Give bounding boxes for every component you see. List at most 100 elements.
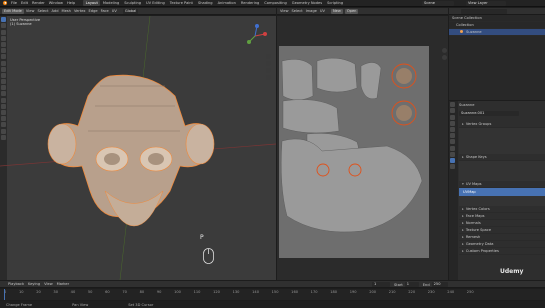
- frame-range: 1 Start 1 End 250: [372, 282, 450, 287]
- tab-animation[interactable]: Animation: [215, 0, 238, 6]
- tab-scripting[interactable]: Scripting: [325, 0, 346, 6]
- viewport-menu-add[interactable]: Add: [52, 9, 59, 13]
- uv-menu-select[interactable]: Select: [292, 9, 303, 13]
- uv-zoom-icon[interactable]: [442, 48, 447, 53]
- status-bar: Change Frame Pan View Set 3D Cursor: [0, 301, 545, 308]
- shape-keys-list[interactable]: [459, 161, 545, 181]
- object-tab-icon[interactable]: [450, 133, 455, 139]
- material-tab-icon[interactable]: [450, 164, 455, 170]
- render-tab-icon[interactable]: [450, 108, 455, 114]
- panel-custom-properties[interactable]: ▸ Custom Properties: [459, 248, 545, 255]
- panel-vertex-groups[interactable]: ▸ Vertex Groups: [459, 121, 545, 128]
- tick-label: 240: [447, 290, 455, 294]
- uv-menu-view[interactable]: View: [280, 9, 289, 13]
- uv-menu-uv[interactable]: UV: [320, 9, 325, 13]
- scene-selector[interactable]: Scene: [422, 1, 456, 6]
- view-layer-selector[interactable]: View Layer: [466, 1, 508, 6]
- workspace-tabs: Layout Modeling Sculpting UV Editing Tex…: [83, 0, 345, 6]
- uv-pan-icon[interactable]: [442, 55, 447, 60]
- physics-tab-icon[interactable]: [450, 151, 455, 157]
- mode-selector[interactable]: Edit Mode: [2, 8, 24, 14]
- scene-tab-icon[interactable]: [450, 120, 455, 126]
- uvmap-list-item[interactable]: UVMap: [459, 188, 545, 196]
- panel-face-maps-label: Face Maps: [465, 214, 485, 218]
- pan-hand-icon[interactable]: [266, 61, 271, 66]
- tab-rendering[interactable]: Rendering: [238, 0, 261, 6]
- tab-compositing[interactable]: Compositing: [262, 0, 290, 6]
- tab-geometry-nodes[interactable]: Geometry Nodes: [289, 0, 324, 6]
- menu-file[interactable]: File: [11, 1, 17, 5]
- viewport-menu-vertex[interactable]: Vertex: [74, 9, 86, 13]
- menu-window[interactable]: Window: [49, 1, 63, 5]
- panel-face-maps[interactable]: ▸ Face Maps: [459, 213, 545, 220]
- tab-shading[interactable]: Shading: [195, 0, 215, 6]
- outliner-header: [449, 8, 545, 15]
- modifier-tab-icon[interactable]: [450, 139, 455, 145]
- tab-texture-paint[interactable]: Texture Paint: [167, 0, 195, 6]
- outliner-row-collection[interactable]: Collection: [449, 22, 545, 29]
- blender-logo-icon[interactable]: [2, 0, 8, 6]
- viewport-menu-face[interactable]: Face: [101, 9, 109, 13]
- panel-uv-maps[interactable]: ▾ UV Maps: [459, 181, 545, 188]
- tab-modeling[interactable]: Modeling: [100, 0, 121, 6]
- image-open-button[interactable]: Open: [344, 8, 359, 14]
- timeline-menu-view[interactable]: View: [44, 282, 53, 286]
- tick-label: 170: [310, 290, 318, 294]
- vertex-groups-list[interactable]: [459, 128, 545, 154]
- navigation-gizmo[interactable]: [241, 22, 269, 50]
- timeline-menu-keying[interactable]: Keying: [28, 282, 40, 286]
- tab-uv-editing[interactable]: UV Editing: [144, 0, 168, 6]
- panel-texture-space[interactable]: ▸ Texture Space: [459, 227, 545, 234]
- mesh-data-tab-icon[interactable]: [450, 157, 455, 163]
- menu-help[interactable]: Help: [67, 1, 75, 5]
- mesh-name-field[interactable]: Suzanne.001: [459, 110, 519, 116]
- top-bar: File Edit Render Window Help Layout Mode…: [0, 0, 545, 7]
- view-layer-name: View Layer: [466, 1, 506, 6]
- panel-shape-keys[interactable]: ▸ Shape Keys: [459, 154, 545, 161]
- output-tab-icon[interactable]: [450, 114, 455, 120]
- uv-maps-list[interactable]: [459, 196, 545, 206]
- frame-start-field[interactable]: 1: [404, 282, 419, 287]
- suzanne-label: Suzanne: [466, 30, 482, 34]
- uv-editor[interactable]: [277, 16, 448, 280]
- viewport-3d[interactable]: User Perspective (1) Suzanne P: [0, 16, 276, 280]
- panel-remesh[interactable]: ▸ Remesh: [459, 234, 545, 241]
- viewport-menu-view[interactable]: View: [26, 9, 35, 13]
- tick-label: 120: [213, 290, 220, 294]
- timeline-menu-marker[interactable]: Marker: [57, 282, 69, 286]
- viewport-menu-select[interactable]: Select: [37, 9, 48, 13]
- tab-sculpting[interactable]: Sculpting: [122, 0, 144, 6]
- suzanne-mesh[interactable]: [47, 74, 215, 227]
- timeline-menu-playback[interactable]: Playback: [8, 282, 24, 286]
- perspective-grid-icon[interactable]: [266, 75, 271, 80]
- uv-menu-image[interactable]: Image: [306, 9, 317, 13]
- panel-vertex-groups-label: Vertex Groups: [465, 122, 492, 126]
- scene-collection-row[interactable]: Scene Collection: [449, 15, 545, 22]
- current-frame-field[interactable]: 1: [372, 282, 390, 287]
- panel-normals[interactable]: ▸ Normals: [459, 220, 545, 227]
- transform-orientation[interactable]: Global: [122, 8, 139, 14]
- panel-geometry-data[interactable]: ▸ Geometry Data: [459, 241, 545, 248]
- world-tab-icon[interactable]: [450, 126, 455, 132]
- viewport-menu-uv[interactable]: UV: [112, 9, 117, 13]
- panel-vertex-colors[interactable]: ▸ Vertex Colors: [459, 206, 545, 213]
- image-new-button[interactable]: New: [330, 8, 343, 14]
- outliner-search-input[interactable]: [461, 8, 507, 14]
- main-menu: File Edit Render Window Help: [11, 1, 79, 5]
- status-middle: Pan View: [72, 302, 89, 307]
- viewport-menu-mesh[interactable]: Mesh: [62, 9, 71, 13]
- tab-layout[interactable]: Layout: [83, 0, 101, 6]
- tick-label: 180: [330, 290, 338, 294]
- outliner-row-suzanne[interactable]: Suzanne: [449, 29, 545, 36]
- playhead[interactable]: [4, 289, 5, 300]
- zoom-icon[interactable]: [266, 54, 271, 59]
- menu-render[interactable]: Render: [32, 1, 45, 5]
- camera-icon[interactable]: [266, 68, 271, 73]
- viewport-nav-buttons: [264, 52, 273, 82]
- menu-edit[interactable]: Edit: [21, 1, 28, 5]
- particles-tab-icon[interactable]: [450, 145, 455, 151]
- viewport-menu-edge[interactable]: Edge: [89, 9, 98, 13]
- tool-tab-icon[interactable]: [450, 102, 455, 108]
- timeline[interactable]: 0 10 20 30 40 50 60 70 80 90 100 110 120…: [0, 289, 545, 300]
- frame-end-field[interactable]: 250: [431, 282, 448, 287]
